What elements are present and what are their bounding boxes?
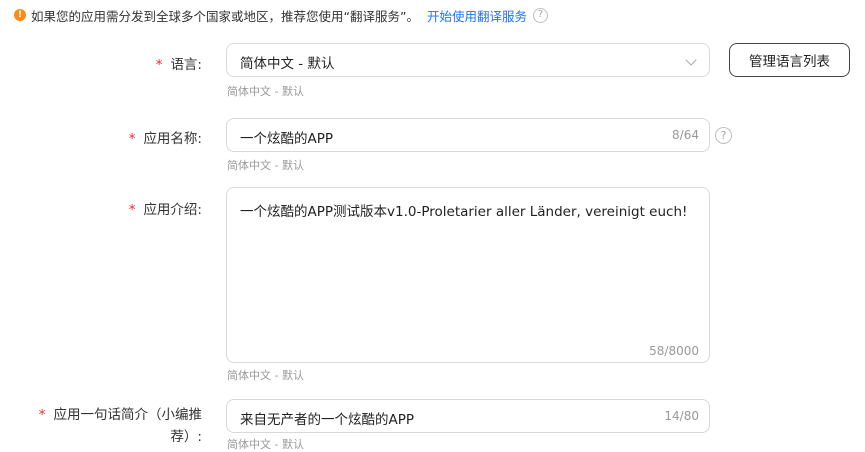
manage-language-list-button[interactable]: 管理语言列表 [729,43,850,77]
app-tagline-label: * 应用一句话简介（小编推荐）: [38,407,202,445]
language-select-value: 简体中文 - 默认 [240,56,335,72]
app-intro-value: 一个炫酷的APP测试版本v1.0-Proletarier aller Lände… [240,204,688,220]
app-name-label: * 应用名称: [128,131,202,147]
required-mark: * [155,57,163,73]
app-intro-textarea[interactable]: 一个炫酷的APP测试版本v1.0-Proletarier aller Lände… [226,187,710,363]
language-label: * 语言: [155,57,202,73]
app-tagline-char-count: 14/80 [664,409,699,423]
app-tagline-value: 来自无产者的一个炫酷的APP [240,412,415,428]
question-icon[interactable]: ? [715,127,732,144]
app-intro-label: * 应用介绍: [128,202,202,218]
warning-icon: ! [14,9,26,21]
app-tagline-input[interactable]: 来自无产者的一个炫酷的APP 14/80 [226,399,710,433]
chevron-down-icon [685,54,697,66]
start-translation-link[interactable]: 开始使用翻译服务 [427,6,527,25]
notice-text: 如果您的应用需分发到全球多个国家或地区，推荐您使用“翻译服务”。 [31,8,419,24]
translation-notice: ! 如果您的应用需分发到全球多个国家或地区，推荐您使用“翻译服务”。 开始使用翻… [14,5,548,25]
app-name-input[interactable]: 一个炫酷的APP 8/64 [226,118,710,152]
language-hint: 简体中文 - 默认 [227,85,304,98]
required-mark: * [128,202,136,218]
app-intro-char-count: 58/8000 [649,344,699,358]
language-select[interactable]: 简体中文 - 默认 [226,43,710,77]
app-tagline-hint: 简体中文 - 默认 [227,438,304,451]
app-name-hint: 简体中文 - 默认 [227,159,304,172]
app-name-value: 一个炫酷的APP [240,131,334,147]
app-intro-hint: 简体中文 - 默认 [227,369,304,382]
required-mark: * [38,407,46,423]
app-name-char-count: 8/64 [672,128,699,142]
required-mark: * [128,131,136,147]
question-icon[interactable]: ? [532,7,548,23]
